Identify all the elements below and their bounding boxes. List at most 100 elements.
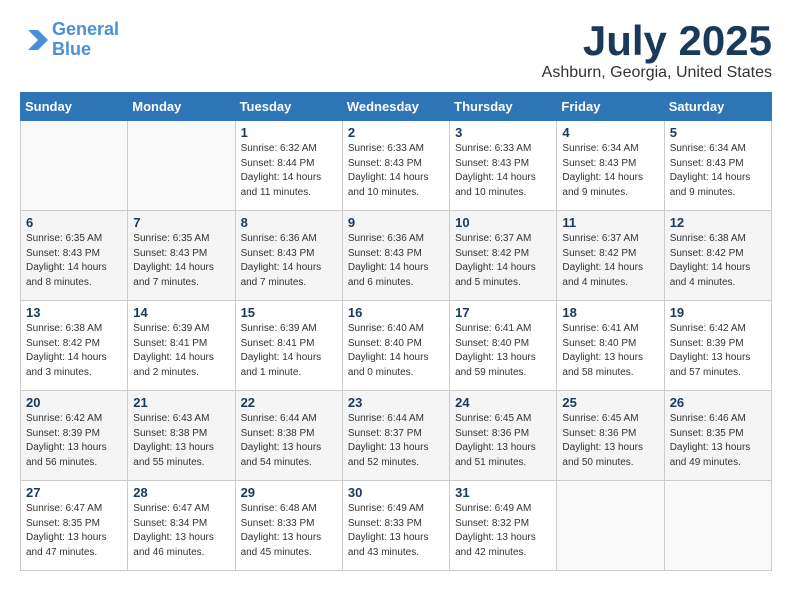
day-info: Sunrise: 6:47 AM Sunset: 8:34 PM Dayligh… bbox=[133, 502, 229, 560]
calendar-cell: 20 Sunrise: 6:42 AM Sunset: 8:39 PM Dayli… bbox=[21, 391, 128, 481]
calendar-cell: 29 Sunrise: 6:48 AM Sunset: 8:33 PM Dayli… bbox=[235, 481, 342, 571]
title-area: July 2025 Ashburn, Georgia, United State… bbox=[542, 20, 772, 82]
day-info: Sunrise: 6:43 AM Sunset: 8:38 PM Dayligh… bbox=[133, 412, 229, 470]
day-info: Sunrise: 6:44 AM Sunset: 8:37 PM Dayligh… bbox=[348, 412, 444, 470]
logo-icon bbox=[20, 26, 48, 54]
day-info: Sunrise: 6:42 AM Sunset: 8:39 PM Dayligh… bbox=[26, 412, 122, 470]
calendar-cell: 17 Sunrise: 6:41 AM Sunset: 8:40 PM Dayli… bbox=[450, 301, 557, 391]
calendar-cell: 16Sunrise: 6:40 AM Sunset: 8:40 PM Dayli… bbox=[342, 301, 449, 391]
calendar: SundayMondayTuesdayWednesdayThursdayFrid… bbox=[20, 92, 772, 571]
day-info: Sunrise: 6:45 AM Sunset: 8:36 PM Dayligh… bbox=[562, 412, 658, 470]
calendar-cell: 27 Sunrise: 6:47 AM Sunset: 8:35 PM Dayli… bbox=[21, 481, 128, 571]
day-info: Sunrise: 6:33 AM Sunset: 8:43 PM Dayligh… bbox=[348, 142, 444, 200]
calendar-cell: 28 Sunrise: 6:47 AM Sunset: 8:34 PM Dayli… bbox=[128, 481, 235, 571]
day-number: 28 bbox=[133, 485, 229, 500]
logo-general: General bbox=[52, 19, 119, 39]
week-row-1: 1 Sunrise: 6:32 AM Sunset: 8:44 PM Daylig… bbox=[21, 121, 772, 211]
day-info: Sunrise: 6:49 AM Sunset: 8:32 PM Dayligh… bbox=[455, 502, 551, 560]
day-number: 19 bbox=[670, 305, 766, 320]
weekday-tuesday: Tuesday bbox=[235, 93, 342, 121]
day-info: Sunrise: 6:33 AM Sunset: 8:43 PM Dayligh… bbox=[455, 142, 551, 200]
day-info: Sunrise: 6:35 AM Sunset: 8:43 PM Dayligh… bbox=[26, 232, 122, 290]
calendar-cell: 3 Sunrise: 6:33 AM Sunset: 8:43 PM Daylig… bbox=[450, 121, 557, 211]
day-number: 7 bbox=[133, 215, 229, 230]
day-number: 30 bbox=[348, 485, 444, 500]
day-info: Sunrise: 6:34 AM Sunset: 8:43 PM Dayligh… bbox=[670, 142, 766, 200]
header: General Blue July 2025 Ashburn, Georgia,… bbox=[20, 20, 772, 82]
week-row-4: 20 Sunrise: 6:42 AM Sunset: 8:39 PM Dayli… bbox=[21, 391, 772, 481]
day-number: 21 bbox=[133, 395, 229, 410]
day-number: 9 bbox=[348, 215, 444, 230]
calendar-cell: 26 Sunrise: 6:46 AM Sunset: 8:35 PM Dayli… bbox=[664, 391, 771, 481]
week-row-5: 27 Sunrise: 6:47 AM Sunset: 8:35 PM Dayli… bbox=[21, 481, 772, 571]
calendar-cell: 7 Sunrise: 6:35 AM Sunset: 8:43 PM Daylig… bbox=[128, 211, 235, 301]
day-number: 5 bbox=[670, 125, 766, 140]
calendar-cell bbox=[21, 121, 128, 211]
calendar-cell: 31Sunrise: 6:49 AM Sunset: 8:32 PM Dayli… bbox=[450, 481, 557, 571]
day-number: 23 bbox=[348, 395, 444, 410]
day-info: Sunrise: 6:37 AM Sunset: 8:42 PM Dayligh… bbox=[562, 232, 658, 290]
logo-blue: Blue bbox=[52, 39, 91, 59]
weekday-header-row: SundayMondayTuesdayWednesdayThursdayFrid… bbox=[21, 93, 772, 121]
day-info: Sunrise: 6:44 AM Sunset: 8:38 PM Dayligh… bbox=[241, 412, 337, 470]
weekday-saturday: Saturday bbox=[664, 93, 771, 121]
day-number: 17 bbox=[455, 305, 551, 320]
logo: General Blue bbox=[20, 20, 119, 60]
calendar-cell: 5 Sunrise: 6:34 AM Sunset: 8:43 PM Daylig… bbox=[664, 121, 771, 211]
day-info: Sunrise: 6:38 AM Sunset: 8:42 PM Dayligh… bbox=[670, 232, 766, 290]
day-info: Sunrise: 6:38 AM Sunset: 8:42 PM Dayligh… bbox=[26, 322, 122, 380]
calendar-cell: 11 Sunrise: 6:37 AM Sunset: 8:42 PM Dayli… bbox=[557, 211, 664, 301]
calendar-cell: 18Sunrise: 6:41 AM Sunset: 8:40 PM Dayli… bbox=[557, 301, 664, 391]
day-info: Sunrise: 6:39 AM Sunset: 8:41 PM Dayligh… bbox=[133, 322, 229, 380]
logo-text: General Blue bbox=[52, 20, 119, 60]
day-number: 1 bbox=[241, 125, 337, 140]
day-number: 25 bbox=[562, 395, 658, 410]
day-number: 20 bbox=[26, 395, 122, 410]
day-number: 13 bbox=[26, 305, 122, 320]
month-title: July 2025 bbox=[542, 20, 772, 62]
calendar-cell: 14Sunrise: 6:39 AM Sunset: 8:41 PM Dayli… bbox=[128, 301, 235, 391]
day-number: 22 bbox=[241, 395, 337, 410]
day-info: Sunrise: 6:49 AM Sunset: 8:33 PM Dayligh… bbox=[348, 502, 444, 560]
calendar-cell: 8 Sunrise: 6:36 AM Sunset: 8:43 PM Daylig… bbox=[235, 211, 342, 301]
day-info: Sunrise: 6:45 AM Sunset: 8:36 PM Dayligh… bbox=[455, 412, 551, 470]
day-info: Sunrise: 6:48 AM Sunset: 8:33 PM Dayligh… bbox=[241, 502, 337, 560]
day-info: Sunrise: 6:47 AM Sunset: 8:35 PM Dayligh… bbox=[26, 502, 122, 560]
weekday-thursday: Thursday bbox=[450, 93, 557, 121]
calendar-cell: 24Sunrise: 6:45 AM Sunset: 8:36 PM Dayli… bbox=[450, 391, 557, 481]
location-title: Ashburn, Georgia, United States bbox=[542, 64, 772, 82]
weekday-sunday: Sunday bbox=[21, 93, 128, 121]
day-info: Sunrise: 6:40 AM Sunset: 8:40 PM Dayligh… bbox=[348, 322, 444, 380]
day-number: 11 bbox=[562, 215, 658, 230]
day-info: Sunrise: 6:35 AM Sunset: 8:43 PM Dayligh… bbox=[133, 232, 229, 290]
calendar-cell: 21 Sunrise: 6:43 AM Sunset: 8:38 PM Dayli… bbox=[128, 391, 235, 481]
day-number: 27 bbox=[26, 485, 122, 500]
calendar-cell: 6 Sunrise: 6:35 AM Sunset: 8:43 PM Daylig… bbox=[21, 211, 128, 301]
day-info: Sunrise: 6:41 AM Sunset: 8:40 PM Dayligh… bbox=[455, 322, 551, 380]
day-number: 15 bbox=[241, 305, 337, 320]
calendar-cell: 30 Sunrise: 6:49 AM Sunset: 8:33 PM Dayli… bbox=[342, 481, 449, 571]
day-number: 26 bbox=[670, 395, 766, 410]
day-number: 12 bbox=[670, 215, 766, 230]
day-info: Sunrise: 6:34 AM Sunset: 8:43 PM Dayligh… bbox=[562, 142, 658, 200]
calendar-cell bbox=[557, 481, 664, 571]
day-info: Sunrise: 6:39 AM Sunset: 8:41 PM Dayligh… bbox=[241, 322, 337, 380]
day-number: 2 bbox=[348, 125, 444, 140]
day-number: 6 bbox=[26, 215, 122, 230]
calendar-cell bbox=[664, 481, 771, 571]
day-info: Sunrise: 6:41 AM Sunset: 8:40 PM Dayligh… bbox=[562, 322, 658, 380]
calendar-cell: 22 Sunrise: 6:44 AM Sunset: 8:38 PM Dayli… bbox=[235, 391, 342, 481]
day-number: 3 bbox=[455, 125, 551, 140]
day-info: Sunrise: 6:36 AM Sunset: 8:43 PM Dayligh… bbox=[241, 232, 337, 290]
day-info: Sunrise: 6:32 AM Sunset: 8:44 PM Dayligh… bbox=[241, 142, 337, 200]
day-number: 10 bbox=[455, 215, 551, 230]
day-info: Sunrise: 6:46 AM Sunset: 8:35 PM Dayligh… bbox=[670, 412, 766, 470]
weekday-friday: Friday bbox=[557, 93, 664, 121]
day-info: Sunrise: 6:36 AM Sunset: 8:43 PM Dayligh… bbox=[348, 232, 444, 290]
calendar-cell: 23 Sunrise: 6:44 AM Sunset: 8:37 PM Dayli… bbox=[342, 391, 449, 481]
calendar-cell: 15 Sunrise: 6:39 AM Sunset: 8:41 PM Dayli… bbox=[235, 301, 342, 391]
day-number: 29 bbox=[241, 485, 337, 500]
day-number: 4 bbox=[562, 125, 658, 140]
day-info: Sunrise: 6:37 AM Sunset: 8:42 PM Dayligh… bbox=[455, 232, 551, 290]
day-number: 8 bbox=[241, 215, 337, 230]
